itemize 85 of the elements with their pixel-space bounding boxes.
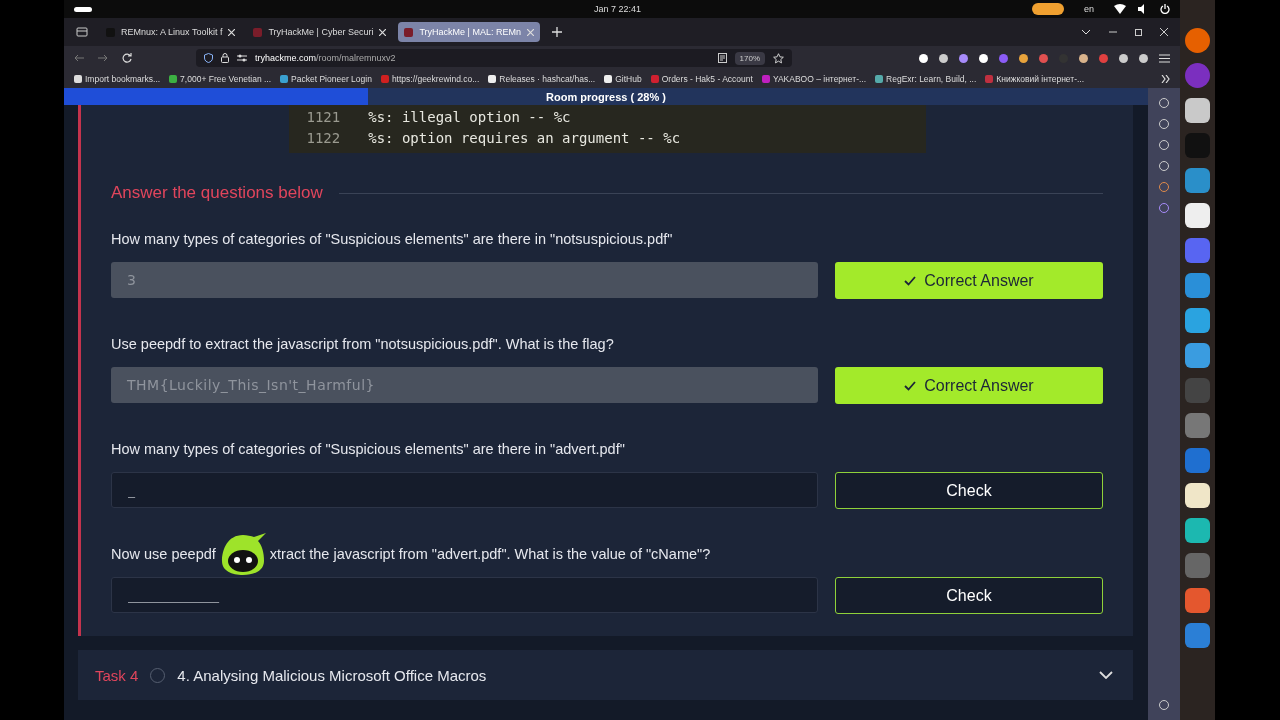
close-icon[interactable] xyxy=(379,28,387,36)
favicon-icon xyxy=(404,27,414,37)
close-icon[interactable] xyxy=(1160,28,1168,36)
app-icon[interactable] xyxy=(1185,308,1210,333)
bookmark-link[interactable]: 7,000+ Free Venetian ... xyxy=(169,74,272,84)
bookmark-favicon-icon xyxy=(169,75,178,83)
browser-tab[interactable]: TryHackMe | Cyber Securi xyxy=(247,22,393,42)
sliders-icon xyxy=(237,54,247,62)
line-number: 1122 xyxy=(306,129,341,148)
chevron-down-icon[interactable] xyxy=(1081,29,1091,35)
clock-text[interactable]: Jan 7 22:41 xyxy=(594,4,642,14)
extension-icon[interactable] xyxy=(919,53,928,63)
answer-field[interactable]: _ xyxy=(111,472,818,508)
star-icon[interactable] xyxy=(773,52,784,64)
restore-icon[interactable] xyxy=(1135,28,1142,36)
question-text: Now use peepdf xyxy=(111,546,216,562)
address-bar[interactable]: tryhackme.com/room/malremnuxv2 170% xyxy=(196,49,792,67)
bookmark-favicon-icon xyxy=(761,75,770,83)
question-text: How many types of categories of "Suspicious elements" are there in "notsuspicious.pdf" xyxy=(111,231,673,247)
back-icon[interactable] xyxy=(74,54,84,62)
app-icon[interactable] xyxy=(1185,518,1210,543)
app-icon[interactable] xyxy=(1185,483,1210,508)
extension-icon[interactable] xyxy=(1079,53,1088,63)
forward-icon[interactable] xyxy=(98,54,108,62)
checkmark-icon xyxy=(904,275,917,286)
app-icon[interactable] xyxy=(1185,203,1210,228)
task-number: Task 4 xyxy=(95,666,139,684)
bookmark-link[interactable]: Orders - Hak5 - Account xyxy=(650,74,753,84)
chevron-down-icon[interactable] xyxy=(1099,671,1113,679)
tab-overview-icon[interactable] xyxy=(76,27,88,37)
check-button[interactable]: Check xyxy=(835,472,1103,509)
keyboard-language[interactable]: en xyxy=(1084,4,1094,14)
power-icon[interactable] xyxy=(1160,4,1170,14)
check-button[interactable]: Check xyxy=(835,577,1103,614)
bookmark-favicon-icon xyxy=(604,75,613,83)
question-text: xtract the javascript from "advert.pdf". What is the value of "cName"? xyxy=(269,546,711,562)
correct-answer-button[interactable]: Correct Answer xyxy=(835,367,1103,404)
extension-icon[interactable] xyxy=(1019,53,1028,63)
new-tab-icon[interactable] xyxy=(551,27,562,37)
favicon-icon xyxy=(253,27,263,37)
line-number: 1121 xyxy=(306,108,341,127)
app-icon[interactable] xyxy=(1185,98,1210,123)
url-text: tryhackme.com/room/malremnuxv2 xyxy=(255,53,396,63)
browser-tab[interactable]: TryHackMe | MAL: REMn xyxy=(398,22,540,42)
correct-answer-button[interactable]: Correct Answer xyxy=(835,262,1103,299)
checkmark-icon xyxy=(904,380,917,391)
menu-icon[interactable] xyxy=(1159,53,1170,63)
browser-tab[interactable]: REMnux: A Linux Toolkit f xyxy=(100,22,242,42)
code-line: %s: option requires an argument -- %c xyxy=(368,129,681,148)
bookmark-favicon-icon xyxy=(985,75,994,83)
question-text: Use peepdf to extract the javascript from "notsuspicious.pdf". What is the flag? xyxy=(111,336,614,352)
bookmark-favicon-icon xyxy=(280,75,289,83)
zoom-level-button[interactable]: 170% xyxy=(734,51,765,65)
answer-field[interactable]: _____________ xyxy=(111,577,818,613)
bookmark-favicon-icon xyxy=(488,75,497,83)
bookmark-link[interactable]: Packet Pioneer Login xyxy=(280,74,372,84)
extension-icon[interactable] xyxy=(939,53,948,63)
bookmark-favicon-icon xyxy=(875,75,884,83)
shield-icon xyxy=(204,53,213,63)
bookmark-favicon-icon xyxy=(74,75,82,83)
double-chevron-icon[interactable] xyxy=(1161,75,1170,83)
extension-icon[interactable] xyxy=(1139,53,1148,63)
bookmark-link[interactable]: YAKABOO – інтернет-... xyxy=(761,74,867,84)
reload-icon[interactable] xyxy=(122,53,132,63)
extension-icon[interactable] xyxy=(1119,53,1128,63)
question-text: How many types of categories of "Suspicious elements" are there in "advert.pdf" xyxy=(111,441,625,457)
extension-icon[interactable] xyxy=(979,53,988,63)
bookmark-link[interactable]: Releases · hashcat/has... xyxy=(488,74,596,84)
bookmark-link[interactable]: RegExr: Learn, Build, ... xyxy=(875,74,977,84)
room-progress-label: Room progress ( 28% ) xyxy=(546,90,666,103)
lock-icon xyxy=(221,53,229,63)
section-title: Answer the questions below xyxy=(111,183,323,203)
task-title: 4. Analysing Malicious Microsoft Office Macros xyxy=(177,666,487,684)
bookmark-favicon-icon xyxy=(380,75,389,83)
bookmark-link[interactable]: Import bookmarks... xyxy=(74,74,161,84)
wifi-icon[interactable] xyxy=(1114,4,1126,14)
bookmark-link[interactable]: https://geekrewind.co... xyxy=(380,74,480,84)
close-icon[interactable] xyxy=(228,28,236,36)
reader-view-icon[interactable] xyxy=(717,53,727,63)
workspace-indicator-icon[interactable] xyxy=(74,6,92,12)
code-line: %s: illegal option -- %c xyxy=(368,108,571,127)
bookmark-favicon-icon xyxy=(650,75,659,83)
task-header[interactable]: Task 4 4. Analysing Malicious Microsoft Office Macros xyxy=(78,650,1133,700)
bookmark-link[interactable]: Книжковий інтернет-... xyxy=(985,74,1085,84)
bookmark-link[interactable]: GitHub xyxy=(604,74,642,84)
